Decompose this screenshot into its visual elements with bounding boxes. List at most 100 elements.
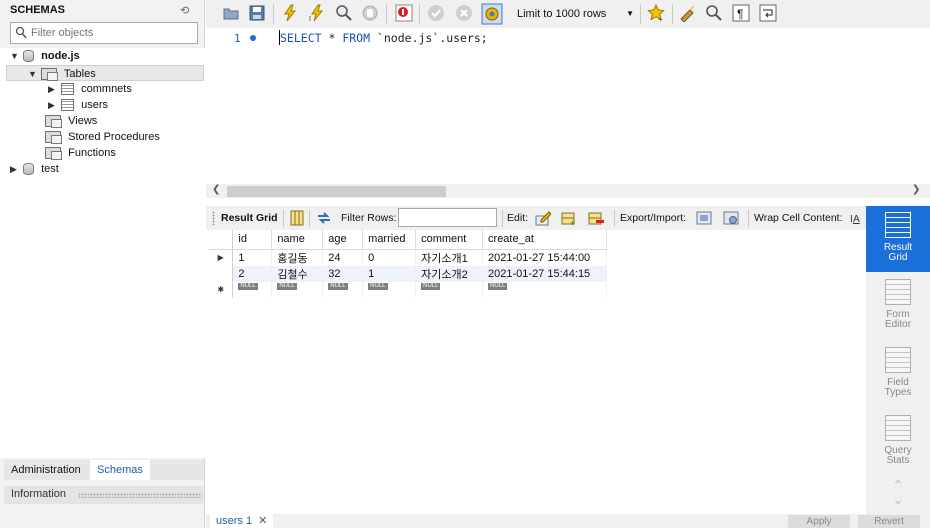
- tables-folder-icon: [41, 68, 59, 82]
- tree-item-tables[interactable]: ▼ Tables: [6, 65, 204, 82]
- revert-button[interactable]: Revert: [858, 515, 920, 528]
- line-number: 1: [234, 32, 241, 45]
- expand-arrow-icon[interactable]: ▼: [28, 66, 38, 82]
- table-cell[interactable]: NULL: [322, 281, 364, 298]
- import-icon[interactable]: [723, 210, 739, 226]
- tree-item-users[interactable]: ▶ users: [48, 97, 108, 113]
- table-cell[interactable]: 32: [322, 265, 364, 282]
- tab-schemas[interactable]: Schemas: [90, 460, 150, 480]
- column-header[interactable]: age: [322, 230, 364, 250]
- filter-objects-box[interactable]: [10, 22, 198, 44]
- table-cell[interactable]: NULL: [271, 281, 324, 298]
- null-badge: NULL: [488, 282, 508, 290]
- sql-statement[interactable]: SELECT * FROM `node.js`.users;: [280, 31, 488, 45]
- tree-item-commnets[interactable]: ▶ commnets: [48, 81, 132, 97]
- row-pointer-icon[interactable]: ▶: [209, 249, 234, 266]
- collapse-arrow-icon[interactable]: ▶: [10, 161, 20, 177]
- stop-icon[interactable]: [361, 4, 379, 22]
- table-cell[interactable]: 2: [232, 265, 273, 282]
- table-cell[interactable]: NULL: [232, 281, 273, 298]
- filter-objects-input[interactable]: [29, 24, 195, 42]
- table-row[interactable]: ▶ 1 홍길동 24 0 자기소개1 2021-01-27 15:44:00: [209, 249, 607, 266]
- editor-horizontal-scrollbar[interactable]: ❮ ❯: [206, 184, 930, 198]
- table-cell[interactable]: 1: [362, 265, 417, 282]
- table-cell[interactable]: 김철수: [271, 265, 324, 282]
- execute-statement-icon[interactable]: I: [308, 4, 326, 22]
- schemas-header: SCHEMAS ⟲: [0, 0, 205, 20]
- tree-item-functions[interactable]: Functions: [38, 145, 116, 161]
- column-header[interactable]: id: [232, 230, 273, 250]
- delete-row-icon[interactable]: [588, 210, 604, 226]
- invisible-chars-icon[interactable]: ¶: [732, 4, 750, 22]
- filter-rows-input[interactable]: [398, 208, 497, 227]
- refresh-results-icon[interactable]: [316, 210, 332, 226]
- column-header[interactable]: create_at: [482, 230, 607, 250]
- table-cell[interactable]: 0: [362, 249, 417, 266]
- edit-row-icon[interactable]: [535, 210, 551, 226]
- limit-rows-select[interactable]: Limit to 1000 rows ▼: [512, 5, 638, 23]
- new-row-star-icon[interactable]: ✱: [209, 281, 234, 298]
- collapse-arrow-icon[interactable]: ▶: [48, 81, 58, 97]
- table-cell[interactable]: 자기소개2: [415, 265, 484, 282]
- column-header[interactable]: comment: [415, 230, 484, 250]
- table-cell[interactable]: NULL: [415, 281, 484, 298]
- refresh-icon[interactable]: ⟲: [180, 4, 189, 17]
- explain-icon[interactable]: [335, 4, 353, 22]
- views-folder-icon: [45, 115, 63, 129]
- null-badge: NULL: [421, 282, 441, 290]
- sql-editor[interactable]: 1 SELECT * FROM `node.js`.users;: [206, 28, 922, 184]
- panel-scroll-icon[interactable]: ⌃ ⌄: [888, 478, 908, 508]
- close-icon[interactable]: ✕: [258, 515, 267, 527]
- table-cell[interactable]: 1: [232, 249, 273, 266]
- column-header[interactable]: married: [362, 230, 417, 250]
- apply-button[interactable]: Apply: [788, 515, 850, 528]
- insert-row-icon[interactable]: +: [561, 210, 577, 226]
- table-row[interactable]: 2 김철수 32 1 자기소개2 2021-01-27 15:44:15: [209, 265, 607, 282]
- tree-item-views[interactable]: Views: [38, 113, 97, 129]
- row-header[interactable]: [209, 265, 234, 282]
- execute-icon[interactable]: [281, 4, 299, 22]
- table-cell[interactable]: 2021-01-27 15:44:00: [482, 249, 607, 266]
- autocommit-toggle-icon[interactable]: [481, 3, 503, 25]
- search-icon: [15, 26, 27, 39]
- query-stats-view-button[interactable]: Query Stats: [866, 409, 930, 475]
- grid-columns-icon[interactable]: [289, 210, 305, 226]
- field-types-view-button[interactable]: Field Types: [866, 341, 930, 407]
- commit-icon[interactable]: [427, 4, 445, 22]
- new-row[interactable]: ✱ NULL NULL NULL NULL NULL NULL: [209, 281, 607, 298]
- toggle-error-icon[interactable]: [395, 4, 413, 22]
- export-icon[interactable]: [696, 210, 712, 226]
- information-panel-header[interactable]: Information: [4, 486, 204, 504]
- scroll-right-icon[interactable]: ❯: [912, 184, 920, 195]
- wrap-text-icon[interactable]: IA: [849, 210, 861, 226]
- expand-arrow-icon[interactable]: ▼: [10, 48, 20, 64]
- result-toolbar: Result Grid Filter Rows: Edit: + Export/…: [206, 206, 866, 230]
- rollback-icon[interactable]: [455, 4, 473, 22]
- find-icon[interactable]: [705, 4, 723, 22]
- add-snippet-icon[interactable]: +: [647, 4, 665, 22]
- tree-item-stored-procedures[interactable]: Stored Procedures: [38, 129, 160, 145]
- word-wrap-icon[interactable]: [759, 4, 777, 22]
- open-file-icon[interactable]: [222, 4, 240, 22]
- sql-token: *: [321, 31, 343, 45]
- tab-administration[interactable]: Administration: [4, 460, 88, 480]
- beautify-icon[interactable]: [679, 4, 697, 22]
- table-cell[interactable]: 홍길동: [271, 249, 324, 266]
- table-cell[interactable]: 24: [322, 249, 364, 266]
- result-grid-view-button[interactable]: Result Grid: [866, 206, 930, 272]
- collapse-arrow-icon[interactable]: ▶: [48, 97, 58, 113]
- table-cell[interactable]: 자기소개1: [415, 249, 484, 266]
- table-cell[interactable]: NULL: [362, 281, 417, 298]
- scroll-left-icon[interactable]: ❮: [212, 184, 220, 195]
- column-header[interactable]: name: [271, 230, 324, 250]
- result-tab-users[interactable]: users 1 ✕: [210, 514, 274, 528]
- row-header-corner: [209, 230, 234, 250]
- scrollbar-thumb[interactable]: [227, 186, 446, 197]
- form-editor-view-button[interactable]: Form Editor: [866, 273, 930, 339]
- tree-item-nodejs[interactable]: ▼ node.js: [10, 48, 80, 64]
- tree-item-test[interactable]: ▶ test: [10, 161, 59, 177]
- field-types-icon: [885, 347, 911, 373]
- table-cell[interactable]: 2021-01-27 15:44:15: [482, 265, 607, 282]
- save-icon[interactable]: [248, 4, 266, 22]
- table-cell[interactable]: NULL: [482, 281, 607, 298]
